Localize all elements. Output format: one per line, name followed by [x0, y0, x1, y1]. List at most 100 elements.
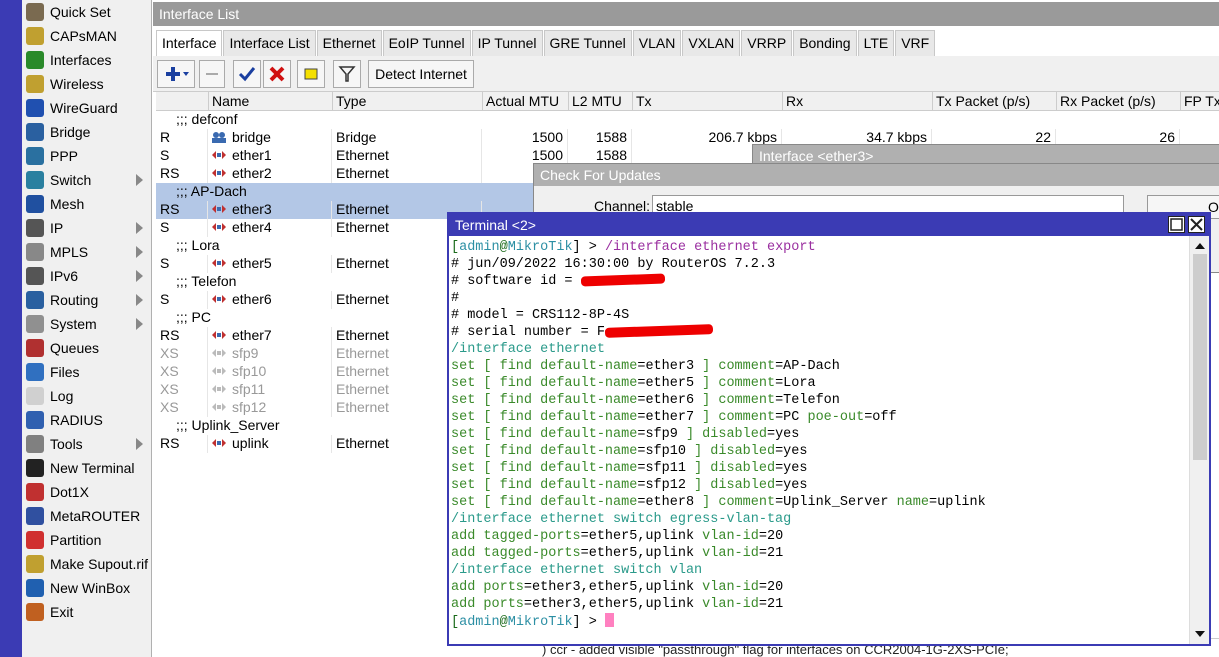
- terminal-token: [: [483, 427, 500, 442]
- menu-item-wireless[interactable]: Wireless: [22, 72, 151, 96]
- terminal-token: vlan-id: [702, 597, 759, 612]
- menu-item-bridge[interactable]: Bridge: [22, 120, 151, 144]
- terminal-window[interactable]: Terminal <2> [admin@MikroTik] > /interfa…: [447, 212, 1211, 646]
- menu-item-metarouter[interactable]: MetaROUTER: [22, 504, 151, 528]
- column-header-fp-tx[interactable]: FP Tx: [1180, 92, 1219, 111]
- menu-item-label: Dot1X: [50, 484, 89, 500]
- menu-item-switch[interactable]: Switch: [22, 168, 151, 192]
- filter-button[interactable]: [333, 60, 361, 88]
- menu-item-exit[interactable]: Exit: [22, 600, 151, 624]
- column-header-tx-packet-p-s-[interactable]: Tx Packet (p/s): [932, 92, 1056, 111]
- column-header-name[interactable]: Name: [208, 92, 332, 111]
- menu-item-mesh[interactable]: Mesh: [22, 192, 151, 216]
- menu-item-partition[interactable]: Partition: [22, 528, 151, 552]
- ethernet-icon: [212, 202, 226, 214]
- tab-interface-list[interactable]: Interface List: [223, 30, 316, 56]
- menu-item-ppp[interactable]: PPP: [22, 144, 151, 168]
- terminal-token: find: [499, 461, 541, 476]
- menu-item-routing[interactable]: Routing: [22, 288, 151, 312]
- column-header-type[interactable]: Type: [332, 92, 482, 111]
- close-button[interactable]: [1188, 216, 1205, 233]
- terminal-token: set: [451, 444, 484, 459]
- tab-lte[interactable]: LTE: [857, 30, 895, 56]
- terminal-token: ]: [685, 427, 703, 442]
- terminal-token: ]: [694, 444, 711, 459]
- menu-item-label: PPP: [50, 148, 79, 164]
- comment-button[interactable]: [297, 60, 325, 88]
- tab-vxlan[interactable]: VXLAN: [682, 30, 741, 56]
- tab-vrf[interactable]: VRF: [895, 30, 936, 56]
- menu-item-queues[interactable]: Queues: [22, 336, 151, 360]
- tab-ip-tunnel[interactable]: IP Tunnel: [471, 30, 543, 56]
- ipv6-icon: [26, 267, 44, 285]
- menu-item-system[interactable]: System: [22, 312, 151, 336]
- terminal-token: disabled: [710, 478, 776, 493]
- add-button[interactable]: [157, 60, 195, 88]
- terminal-token: =ether3: [637, 359, 703, 374]
- terminal-token: ]: [702, 410, 719, 425]
- mpls-icon: [26, 243, 44, 261]
- terminal-token: disabled: [710, 461, 776, 476]
- menu-item-mpls[interactable]: MPLS: [22, 240, 151, 264]
- tab-interface[interactable]: Interface: [156, 30, 223, 56]
- terminal-token: =ether6: [637, 393, 703, 408]
- menu-item-new-terminal[interactable]: New Terminal: [22, 456, 151, 480]
- terminal-token: ]: [694, 478, 711, 493]
- menu-item-files[interactable]: Files: [22, 360, 151, 384]
- terminal-token: # model = CRS112-8P-4S: [451, 308, 630, 323]
- terminal-scrollbar[interactable]: [1189, 236, 1209, 644]
- terminal-token: default-name: [540, 393, 638, 408]
- comment-row[interactable]: ;;; defconf: [156, 111, 1219, 129]
- tab-eoip-tunnel[interactable]: EoIP Tunnel: [382, 30, 471, 56]
- terminal-line: set [ find default-name=ether7 ] comment…: [451, 409, 1187, 426]
- menu-item-dot1x[interactable]: Dot1X: [22, 480, 151, 504]
- menu-item-ipv6[interactable]: IPv6: [22, 264, 151, 288]
- column-header-l2-mtu[interactable]: L2 MTU: [568, 92, 632, 111]
- menu-item-interfaces[interactable]: Interfaces: [22, 48, 151, 72]
- interface-name: sfp11: [232, 381, 266, 397]
- detect-internet-button[interactable]: Detect Internet: [368, 60, 474, 88]
- terminal-token: default-name: [540, 444, 638, 459]
- winbox-side-strip: [0, 0, 22, 657]
- terminal-token: set: [451, 393, 484, 408]
- tab-ethernet[interactable]: Ethernet: [316, 30, 382, 56]
- terminal-output[interactable]: [admin@MikroTik] > /interface ethernet e…: [451, 238, 1187, 644]
- column-header-rx[interactable]: Rx: [782, 92, 932, 111]
- tab-vlan[interactable]: VLAN: [632, 30, 682, 56]
- table-header: Name Type Actual MTU L2 MTU Tx Rx Tx Packet (p…: [156, 92, 1219, 111]
- submenu-arrow-icon: [136, 318, 143, 330]
- menu-item-radius[interactable]: RADIUS: [22, 408, 151, 432]
- menu-item-tools[interactable]: Tools: [22, 432, 151, 456]
- column-header-actual-mtu[interactable]: Actual MTU: [482, 92, 568, 111]
- menu-item-new-winbox[interactable]: New WinBox: [22, 576, 151, 600]
- tab-bonding[interactable]: Bonding: [793, 30, 857, 56]
- menu-item-log[interactable]: Log: [22, 384, 151, 408]
- menu-item-label: New WinBox: [50, 580, 131, 596]
- column-header-rx-packet-p-s-[interactable]: Rx Packet (p/s): [1056, 92, 1180, 111]
- column-header-tx[interactable]: Tx: [632, 92, 782, 111]
- menu-item-quick-set[interactable]: Quick Set: [22, 0, 151, 24]
- terminal-token: /interface ethernet switch egress-vlan-t…: [451, 512, 792, 527]
- terminal-token: =ether3,ether5,uplink: [523, 597, 703, 612]
- menu-item-ip[interactable]: IP: [22, 216, 151, 240]
- disable-button[interactable]: [263, 60, 291, 88]
- maximize-button[interactable]: [1168, 216, 1185, 233]
- terminal-token: =ether5,uplink: [580, 529, 703, 544]
- check-icon: [238, 67, 256, 82]
- enable-button[interactable]: [233, 60, 261, 88]
- menu-item-make-supout-rif[interactable]: Make Supout.rif: [22, 552, 151, 576]
- supout-icon: [26, 555, 44, 573]
- terminal-token: set: [451, 359, 484, 374]
- terminal-token: poe-out: [807, 410, 865, 425]
- tab-gre-tunnel[interactable]: GRE Tunnel: [543, 30, 632, 56]
- ethernet-icon: [212, 220, 226, 232]
- antenna-icon: [26, 27, 44, 45]
- terminal-token: =sfp12: [637, 478, 695, 493]
- scroll-thumb[interactable]: [1193, 254, 1207, 460]
- menu-item-wireguard[interactable]: WireGuard: [22, 96, 151, 120]
- tab-vrrp[interactable]: VRRP: [741, 30, 793, 56]
- check-updates-title: Check For Updates: [534, 164, 1219, 186]
- terminal-title: Terminal <2>: [455, 217, 536, 233]
- menu-item-capsman[interactable]: CAPsMAN: [22, 24, 151, 48]
- remove-button[interactable]: [199, 60, 225, 88]
